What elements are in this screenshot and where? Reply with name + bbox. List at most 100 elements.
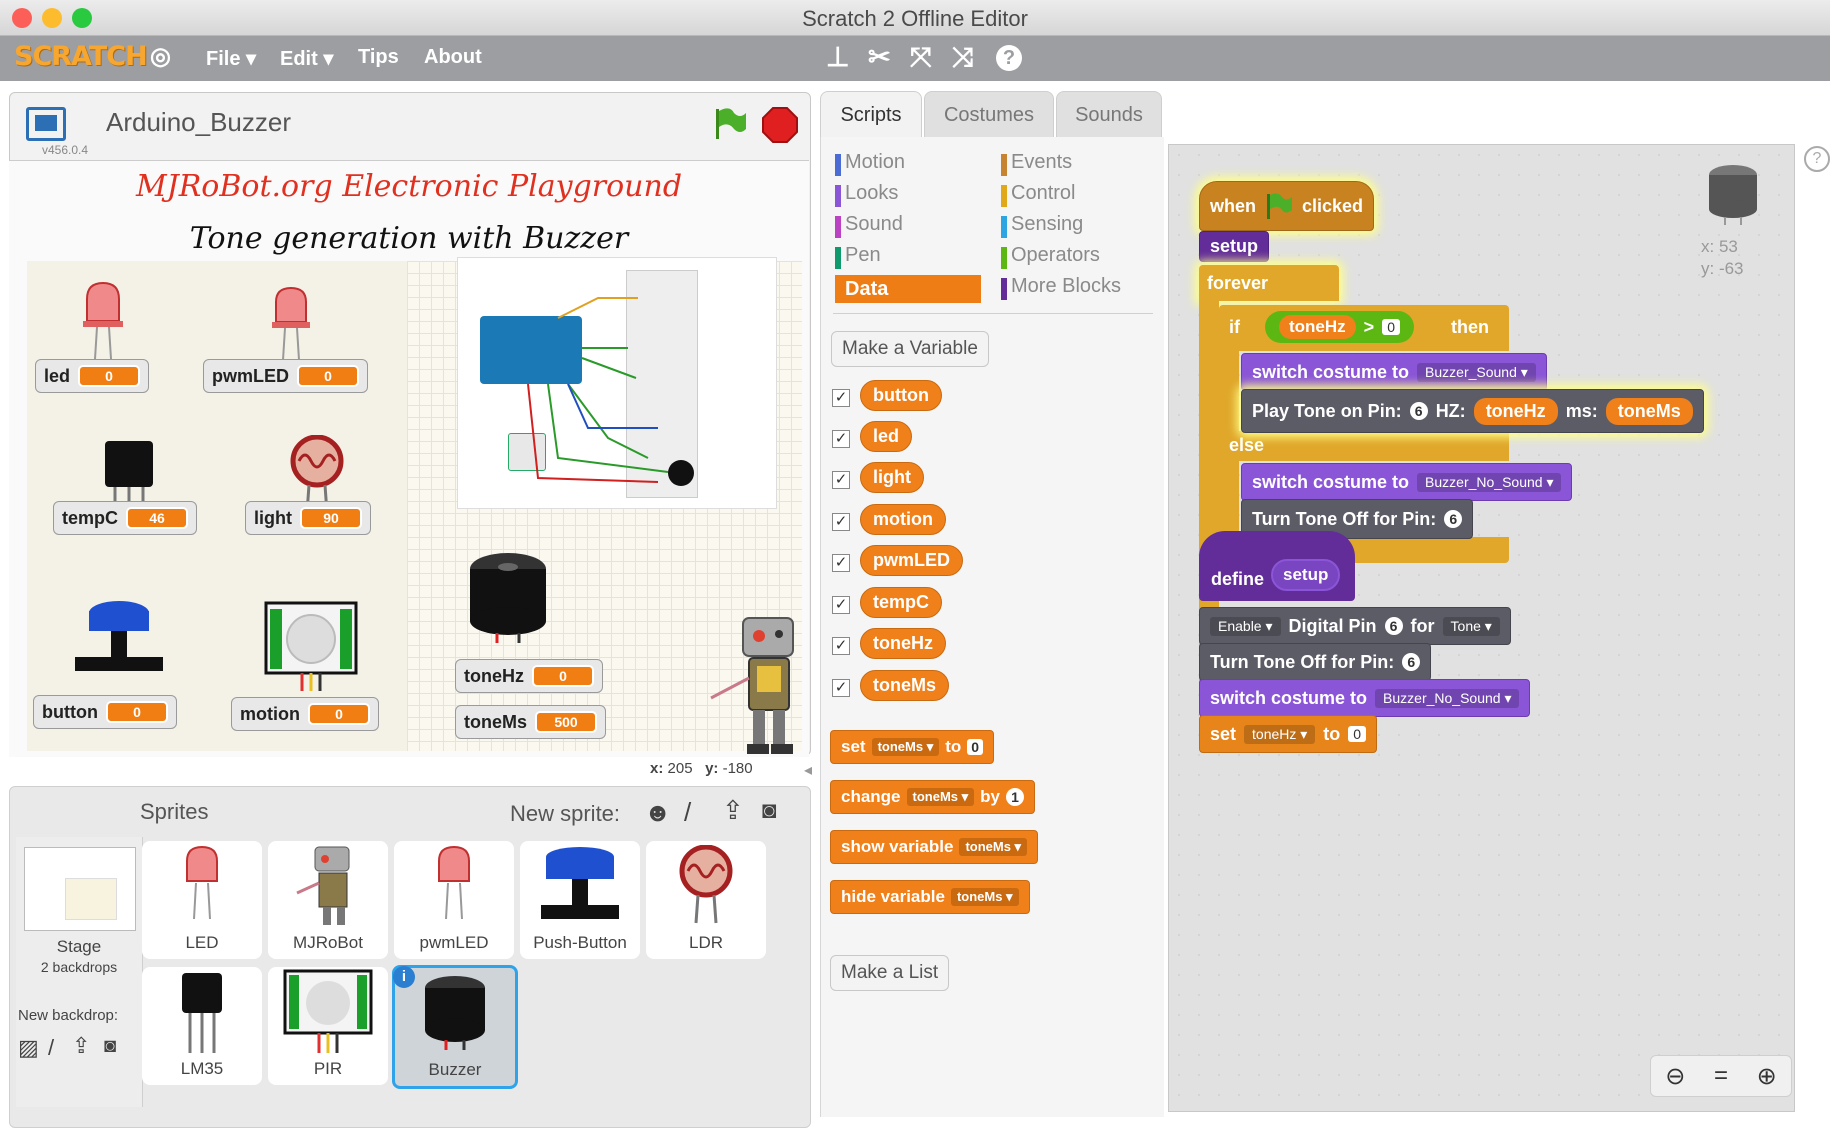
costume-dropdown[interactable]: Buzzer_No_Sound ▾ <box>1375 688 1520 708</box>
monitor-tonehz[interactable]: toneHz 0 <box>455 659 603 693</box>
variable-checkbox[interactable]: ✓ <box>832 513 850 531</box>
make-variable-button[interactable]: Make a Variable <box>831 331 989 367</box>
operator-greater-than[interactable]: toneHz > 0 <box>1265 311 1414 343</box>
variable-dropdown[interactable]: toneMs ▾ <box>871 738 940 756</box>
menu-about[interactable]: About <box>424 46 482 69</box>
monitor-motion[interactable]: motion 0 <box>231 697 379 731</box>
tab-sounds[interactable]: Sounds <box>1056 91 1162 138</box>
value-input[interactable]: 0 <box>1382 319 1400 335</box>
help-icon[interactable]: ? <box>996 45 1022 71</box>
variable-checkbox[interactable]: ✓ <box>832 554 850 572</box>
monitor-pwmled[interactable]: pwmLED 0 <box>203 359 369 393</box>
backdrop-library-icon[interactable]: ▨ <box>18 1035 39 1061</box>
block-set-variable[interactable]: set toneHz ▾ to 0 <box>1199 715 1378 753</box>
variable-led[interactable]: led <box>860 421 913 452</box>
variable-checkbox[interactable]: ✓ <box>832 471 850 489</box>
variable-checkbox[interactable]: ✓ <box>832 637 850 655</box>
pin-input[interactable]: 6 <box>1444 510 1463 528</box>
block-define-setup[interactable]: define setup <box>1199 531 1355 601</box>
variable-dropdown[interactable]: toneMs ▾ <box>959 838 1028 856</box>
sprite-library-icon[interactable]: ☻ <box>644 797 671 828</box>
block-switch-costume[interactable]: switch costume to Buzzer_Sound ▾ <box>1241 353 1547 391</box>
stage-thumbnail[interactable] <box>24 847 136 931</box>
category-motion[interactable]: Motion <box>835 151 905 176</box>
block-turn-tone-off[interactable]: Turn Tone Off for Pin: 6 <box>1199 643 1432 681</box>
category-looks[interactable]: Looks <box>835 182 898 207</box>
shrink-icon[interactable]: ⤨ <box>952 42 974 74</box>
menu-edit[interactable]: Edit ▾ <box>280 46 333 71</box>
sprite-tile-ldr[interactable]: LDR <box>646 841 766 959</box>
block-set-variable[interactable]: set toneMs ▾ to 0 <box>830 730 995 764</box>
tab-costumes[interactable]: Costumes <box>924 91 1054 138</box>
zoom-in-icon[interactable]: ⊕ <box>1757 1062 1777 1091</box>
monitor-tonems[interactable]: toneMs 500 <box>455 705 606 739</box>
category-pen[interactable]: Pen <box>835 244 881 269</box>
sprite-tile-led[interactable]: LED <box>142 841 262 959</box>
category-events[interactable]: Events <box>1001 151 1072 176</box>
reporter-tonehz[interactable]: toneHz <box>1279 315 1356 339</box>
pir-sprite-icon[interactable] <box>264 601 358 693</box>
project-title[interactable]: Arduino_Buzzer <box>106 107 291 138</box>
buzzer-sprite-icon[interactable] <box>465 549 551 645</box>
tab-scripts[interactable]: Scripts <box>820 91 922 138</box>
value-input[interactable]: 0 <box>1348 726 1367 742</box>
paint-brush-icon[interactable]: / <box>684 797 691 828</box>
stop-icon[interactable] <box>762 107 798 143</box>
scissors-icon[interactable]: ✂ <box>868 42 891 73</box>
make-list-button[interactable]: Make a List <box>830 955 950 991</box>
variable-tempc[interactable]: tempC <box>860 587 943 618</box>
globe-icon[interactable]: ◎ <box>150 42 171 71</box>
block-when-flag-clicked[interactable]: when clicked <box>1199 181 1375 231</box>
sprite-tile-lm35[interactable]: LM35 <box>142 967 262 1085</box>
block-if-else[interactable]: if toneHz > 0 then <box>1219 305 1509 351</box>
category-sound[interactable]: Sound <box>835 213 903 238</box>
category-more-blocks[interactable]: More Blocks <box>1001 275 1121 300</box>
block-play-tone[interactable]: Play Tone on Pin: 6 HZ: toneHz ms: toneM… <box>1241 389 1704 433</box>
pwmled-sprite-icon[interactable] <box>271 286 311 362</box>
camera-icon[interactable]: ◙ <box>762 797 777 825</box>
scratch-logo[interactable]: SCRATCH <box>14 41 148 72</box>
monitor-led[interactable]: led 0 <box>35 359 150 393</box>
monitor-light[interactable]: light 90 <box>245 501 371 535</box>
upload-sprite-icon[interactable]: ⇪ <box>722 795 744 826</box>
block-forever[interactable]: forever <box>1199 265 1339 301</box>
stage-thumbnail-panel[interactable]: Stage 2 backdrops New backdrop: ▨ / ⇪ ◙ <box>16 837 143 1107</box>
value-input[interactable]: 0 <box>967 739 984 755</box>
variable-tonems[interactable]: toneMs <box>860 670 949 701</box>
variable-button[interactable]: button <box>860 380 942 411</box>
block-switch-costume[interactable]: switch costume to Buzzer_No_Sound ▾ <box>1241 463 1573 501</box>
category-sensing[interactable]: Sensing <box>1001 213 1083 238</box>
menu-tips[interactable]: Tips <box>358 46 399 69</box>
reporter-tonems[interactable]: toneMs <box>1605 397 1693 425</box>
help-panel-icon[interactable]: ? <box>1804 146 1830 172</box>
block-call-setup[interactable]: setup <box>1199 231 1270 262</box>
block-hide-variable[interactable]: hide variable toneMs ▾ <box>830 880 1030 914</box>
sprite-info-icon[interactable]: i <box>393 966 415 988</box>
variable-checkbox[interactable]: ✓ <box>832 430 850 448</box>
green-flag-icon[interactable] <box>710 107 750 141</box>
camera-backdrop-icon[interactable]: ◙ <box>104 1035 116 1058</box>
variable-checkbox[interactable]: ✓ <box>832 679 850 697</box>
variable-light[interactable]: light <box>860 462 924 493</box>
pin-input[interactable]: 6 <box>1409 402 1428 420</box>
sprite-tile-pwmled[interactable]: pwmLED <box>394 841 514 959</box>
sprite-tile-mjrobot[interactable]: MJRoBot <box>268 841 388 959</box>
category-control[interactable]: Control <box>1001 182 1075 207</box>
sprite-tile-pir[interactable]: PIR <box>268 967 388 1085</box>
led-sprite-icon[interactable] <box>81 281 125 361</box>
variable-tonehz[interactable]: toneHz <box>860 628 946 659</box>
block-enable-digital-pin[interactable]: Enable ▾ Digital Pin 6 for Tone ▾ <box>1199 607 1511 645</box>
value-input[interactable]: 1 <box>1006 788 1025 806</box>
variable-pwmled[interactable]: pwmLED <box>860 545 964 576</box>
presentation-mode-icon[interactable] <box>26 107 66 141</box>
variable-dropdown[interactable]: toneMs ▾ <box>950 888 1019 906</box>
mode-dropdown[interactable]: Enable ▾ <box>1210 616 1281 636</box>
reporter-tonehz[interactable]: toneHz <box>1473 397 1558 425</box>
zoom-out-icon[interactable]: ⊖ <box>1665 1062 1685 1091</box>
stage-canvas[interactable]: MJRoBot.org Electronic Playground Tone g… <box>9 160 809 757</box>
collapse-stage-arrow-icon[interactable]: ◂ <box>804 760 816 780</box>
upload-backdrop-icon[interactable]: ⇪ <box>72 1033 90 1059</box>
variable-dropdown[interactable]: toneMs ▾ <box>906 788 975 806</box>
block-show-variable[interactable]: show variable toneMs ▾ <box>830 830 1039 864</box>
paint-backdrop-icon[interactable]: / <box>48 1035 54 1061</box>
